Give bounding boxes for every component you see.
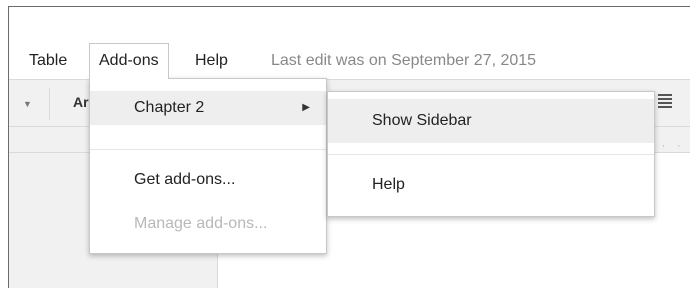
- menu-item-chapter-2[interactable]: Chapter 2 ▶: [90, 91, 326, 125]
- menu-item-get-addons[interactable]: Get add-ons...: [90, 163, 326, 197]
- caret-down-icon[interactable]: ▼: [23, 99, 32, 109]
- chapter-2-submenu: Show Sidebar Help: [327, 91, 655, 217]
- font-family-select[interactable]: Ar: [73, 94, 89, 110]
- toolbar-divider: [49, 88, 50, 120]
- menu-item-help[interactable]: Help: [328, 163, 654, 207]
- align-justify-icon[interactable]: [658, 94, 672, 108]
- menu-bar: Table Add-ons Help Last edit was on Sept…: [9, 43, 690, 79]
- menu-item-show-sidebar[interactable]: Show Sidebar: [328, 99, 654, 143]
- menu-table[interactable]: Table: [29, 43, 67, 79]
- triangle-right-icon: ▶: [302, 102, 310, 113]
- menu-divider: [328, 154, 654, 155]
- menu-item-label: Help: [372, 176, 405, 193]
- menu-item-label: Chapter 2: [134, 99, 205, 116]
- ruler-ticks: ' ': [663, 145, 686, 152]
- menu-help[interactable]: Help: [195, 43, 228, 79]
- last-edit-link[interactable]: Last edit was on September 27, 2015: [271, 43, 536, 79]
- menu-item-label: Manage add-ons...: [134, 215, 268, 232]
- menu-divider: [90, 149, 326, 150]
- addons-dropdown-menu: Chapter 2 ▶ Get add-ons... Manage add-on…: [89, 78, 327, 254]
- menu-addons[interactable]: Add-ons: [89, 43, 169, 79]
- menu-item-label: Show Sidebar: [372, 112, 472, 129]
- menu-item-label: Get add-ons...: [134, 171, 236, 188]
- menu-item-manage-addons: Manage add-ons...: [90, 207, 326, 241]
- app-window: Table Add-ons Help Last edit was on Sept…: [8, 6, 690, 288]
